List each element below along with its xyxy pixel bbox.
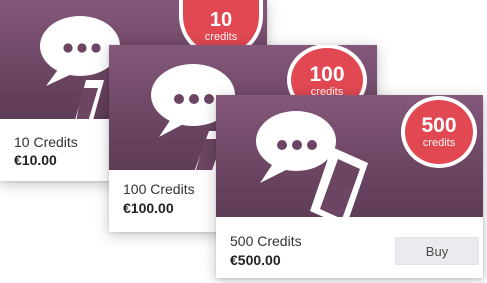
product-price: €500.00 xyxy=(230,252,281,268)
badge-number: 500 xyxy=(421,114,457,137)
product-title: 10 Credits xyxy=(14,134,78,150)
buy-button[interactable]: Buy xyxy=(395,237,479,265)
product-price: €100.00 xyxy=(123,200,174,216)
badge-label: credits xyxy=(422,137,456,149)
product-price: €10.00 xyxy=(14,152,57,168)
credits-badge: 500 credits xyxy=(401,96,477,168)
product-card-500-credits[interactable]: 500 credits 500 Credits €500.00 Buy xyxy=(216,95,483,278)
badge-number: 100 xyxy=(309,63,345,86)
chat-bubble-phone-icon xyxy=(256,111,368,217)
badge-number: 10 xyxy=(209,9,233,31)
product-body: 500 Credits €500.00 Buy xyxy=(216,217,483,278)
badge-label: credits xyxy=(204,31,238,43)
product-title: 500 Credits xyxy=(230,233,302,249)
product-banner: 500 credits xyxy=(216,95,483,217)
product-title: 100 Credits xyxy=(123,181,195,197)
